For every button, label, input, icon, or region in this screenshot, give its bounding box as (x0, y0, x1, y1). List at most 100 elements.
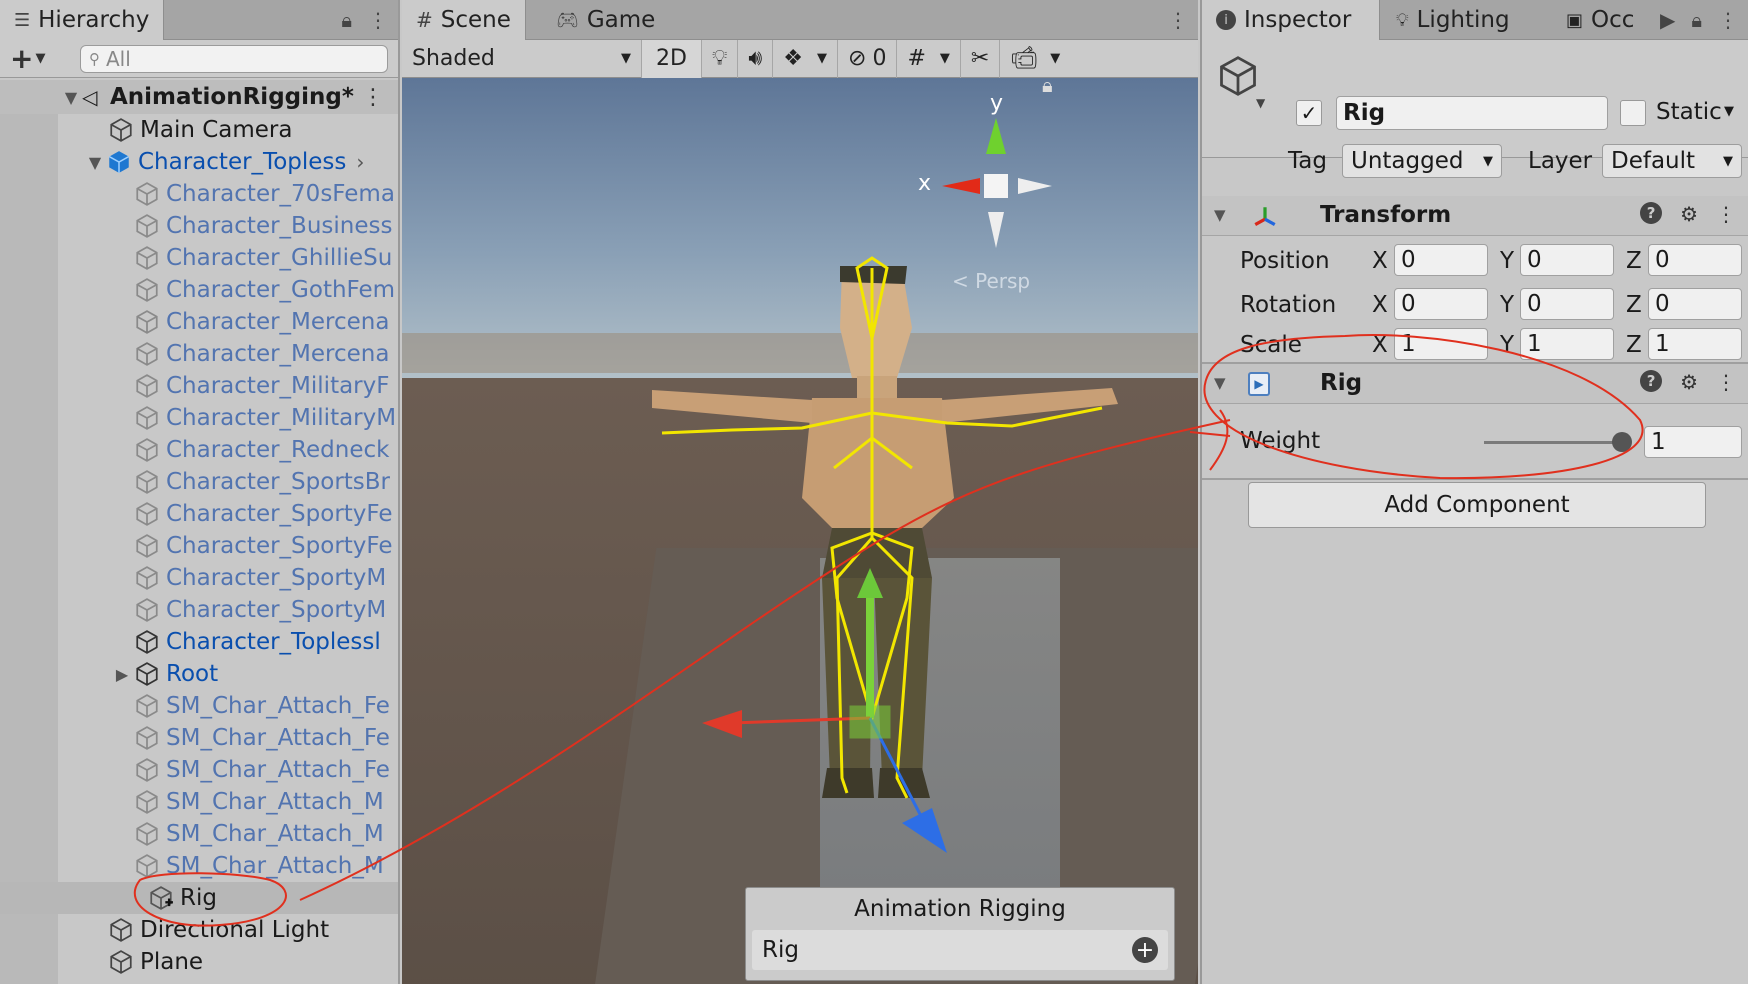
scene-viewport[interactable]: y x 🔒︎ < Persp (402, 78, 1198, 984)
tab-game[interactable]: 🎮︎ Game (542, 0, 669, 40)
rotation-y-field[interactable]: 0 (1520, 288, 1614, 320)
tab-inspector[interactable]: i Inspector (1202, 0, 1380, 40)
tree-item[interactable]: SM_Char_Attach_M (0, 818, 398, 850)
help-icon[interactable]: ? (1640, 370, 1663, 392)
axis-y-label: Y (1500, 292, 1515, 318)
fold-right-icon[interactable]: ▶ (110, 665, 134, 684)
tree-item[interactable]: SM_Char_Attach_Fe (0, 754, 398, 786)
tree-item-main-camera[interactable]: Main Camera (0, 114, 398, 146)
tree-item[interactable]: SM_Char_Attach_M (0, 786, 398, 818)
tree-item-plane[interactable]: Plane (0, 946, 398, 978)
tree-item[interactable]: Character_MilitaryM (0, 402, 398, 434)
shading-mode-dropdown[interactable]: Shaded ▼ (402, 39, 642, 78)
tree-item[interactable]: Character_SportyM (0, 562, 398, 594)
chevron-down-icon[interactable]: ▼ (1724, 104, 1734, 119)
toggle-2d-button[interactable]: 2D (642, 39, 702, 78)
audio-toggle[interactable]: 🔊︎ (738, 39, 774, 78)
kebab-menu-icon[interactable]: ⋮ (1716, 202, 1736, 226)
preset-sliders-icon[interactable]: ⚙ (1680, 202, 1698, 226)
tree-item-root[interactable]: ▶ Root (0, 658, 398, 690)
weight-slider-handle[interactable] (1612, 432, 1632, 452)
tree-item[interactable]: Character_Mercena (0, 338, 398, 370)
layer-dropdown[interactable]: Default ▼ (1602, 144, 1742, 178)
add-circle-icon[interactable]: + (1132, 937, 1158, 963)
overlay-rig-item[interactable]: Rig + (752, 930, 1168, 970)
tree-item[interactable]: Character_70sFema (0, 178, 398, 210)
camera-toggle[interactable]: 📹︎ ▼ (1000, 40, 1070, 78)
grid-toggle[interactable]: # ▼ (897, 39, 961, 78)
tab-hierarchy[interactable]: ☰ Hierarchy (0, 0, 165, 40)
tag-dropdown[interactable]: Untagged ▼ (1342, 144, 1502, 178)
lock-icon[interactable]: 🔒︎ (341, 8, 352, 32)
tree-item[interactable]: Character_Redneck (0, 434, 398, 466)
tree-item-character-topless[interactable]: ▼ Character_Topless › (0, 146, 398, 178)
tree-item[interactable]: SM_Char_Attach_M (0, 850, 398, 882)
axis-z-label: Z (1626, 332, 1642, 358)
add-component-label: Add Component (1384, 492, 1570, 518)
rig-component-header[interactable]: ▼ ▶ Rig ? ⚙ ⋮ (1202, 364, 1748, 404)
tree-item[interactable]: SM_Char_Attach_Fe (0, 690, 398, 722)
tree-item[interactable]: Character_Business (0, 210, 398, 242)
tab-occlusion[interactable]: ▣ Occ (1552, 0, 1648, 40)
chevron-right-icon[interactable]: ▶ (1660, 8, 1675, 32)
kebab-menu-icon[interactable]: ⋮ (362, 85, 384, 110)
active-checkbox[interactable]: ✓ (1296, 100, 1322, 126)
tree-item[interactable]: Character_SportyFe (0, 498, 398, 530)
kebab-menu-icon[interactable]: ⋮ (1716, 370, 1736, 394)
lock-icon[interactable]: 🔒︎ (1691, 8, 1702, 32)
chevron-right-icon[interactable]: › (356, 150, 364, 174)
position-z-field[interactable]: 0 (1648, 244, 1742, 276)
prefab-icon (108, 151, 130, 173)
weight-field[interactable]: 1 (1644, 426, 1742, 458)
static-checkbox[interactable] (1620, 100, 1646, 126)
script-icon: ▶ (1248, 372, 1270, 396)
tree-item[interactable]: Character_GhillieSu (0, 242, 398, 274)
visibility-toggle[interactable]: ⊘ 0 (838, 39, 898, 78)
preset-sliders-icon[interactable]: ⚙ (1680, 370, 1698, 394)
help-icon[interactable]: ? (1640, 202, 1663, 224)
fold-down-icon[interactable]: ▼ (1214, 374, 1226, 392)
tree-item[interactable]: Character_SportyFe (0, 530, 398, 562)
effects-toggle[interactable]: ❖ ▼ (773, 39, 839, 78)
lighting-toggle[interactable]: 💡︎ (702, 39, 739, 78)
tree-item[interactable]: Character_SportsBr (0, 466, 398, 498)
scale-x-field[interactable]: 1 (1394, 328, 1488, 360)
fold-down-icon[interactable]: ▼ (60, 88, 82, 107)
kebab-menu-icon[interactable]: ⋮ (1168, 8, 1188, 32)
rotation-x-field[interactable]: 0 (1394, 288, 1488, 320)
tree-item-label: Character_Topless (138, 149, 347, 175)
weight-slider-track[interactable] (1484, 441, 1624, 444)
tab-lighting[interactable]: 💡︎ Lighting (1382, 0, 1524, 40)
kebab-menu-icon[interactable]: ⋮ (368, 8, 388, 32)
rotation-z-field[interactable]: 0 (1648, 288, 1742, 320)
fold-down-icon[interactable]: ▼ (1214, 206, 1226, 224)
position-y-field[interactable]: 0 (1520, 244, 1614, 276)
scale-y-field[interactable]: 1 (1520, 328, 1614, 360)
position-x-field[interactable]: 0 (1394, 244, 1488, 276)
tree-item[interactable]: Character_MilitaryF (0, 370, 398, 402)
tab-scene[interactable]: # Scene (402, 0, 526, 40)
tools-toggle[interactable]: ✂ (961, 39, 1001, 78)
transform-header[interactable]: ▼ Transform ? ⚙ ⋮ (1202, 196, 1748, 236)
tree-item[interactable]: Character_Mercena (0, 306, 398, 338)
rotation-y-value: 0 (1527, 291, 1542, 317)
create-button[interactable]: + ▼ (10, 42, 70, 75)
tree-item[interactable]: Character_SportyM (0, 594, 398, 626)
tree-item[interactable]: SM_Char_Attach_Fe (0, 722, 398, 754)
tree-item-directional-light[interactable]: Directional Light (0, 914, 398, 946)
tree-item[interactable]: Character_GothFem (0, 274, 398, 306)
fold-down-icon[interactable]: ▼ (84, 153, 106, 172)
scale-z-field[interactable]: 1 (1648, 328, 1742, 360)
animation-rigging-overlay: Animation Rigging Rig + (745, 887, 1175, 981)
scene-root-row[interactable]: ▼ ◁ AnimationRigging* ⋮ (0, 80, 398, 114)
object-name-field[interactable]: Rig (1336, 96, 1608, 130)
tree-item-rig[interactable]: Rig (0, 882, 398, 914)
kebab-menu-icon[interactable]: ⋮ (1718, 8, 1738, 32)
position-label: Position (1240, 248, 1330, 274)
add-component-button[interactable]: Add Component (1248, 482, 1706, 528)
gameobject-icon (136, 438, 158, 462)
tools-icon: ✂ (970, 46, 990, 71)
chevron-down-icon[interactable]: ▼ (1256, 96, 1265, 110)
tree-item[interactable]: Character_Toplessl (0, 626, 398, 658)
search-input[interactable]: ⚲ All (80, 44, 388, 73)
